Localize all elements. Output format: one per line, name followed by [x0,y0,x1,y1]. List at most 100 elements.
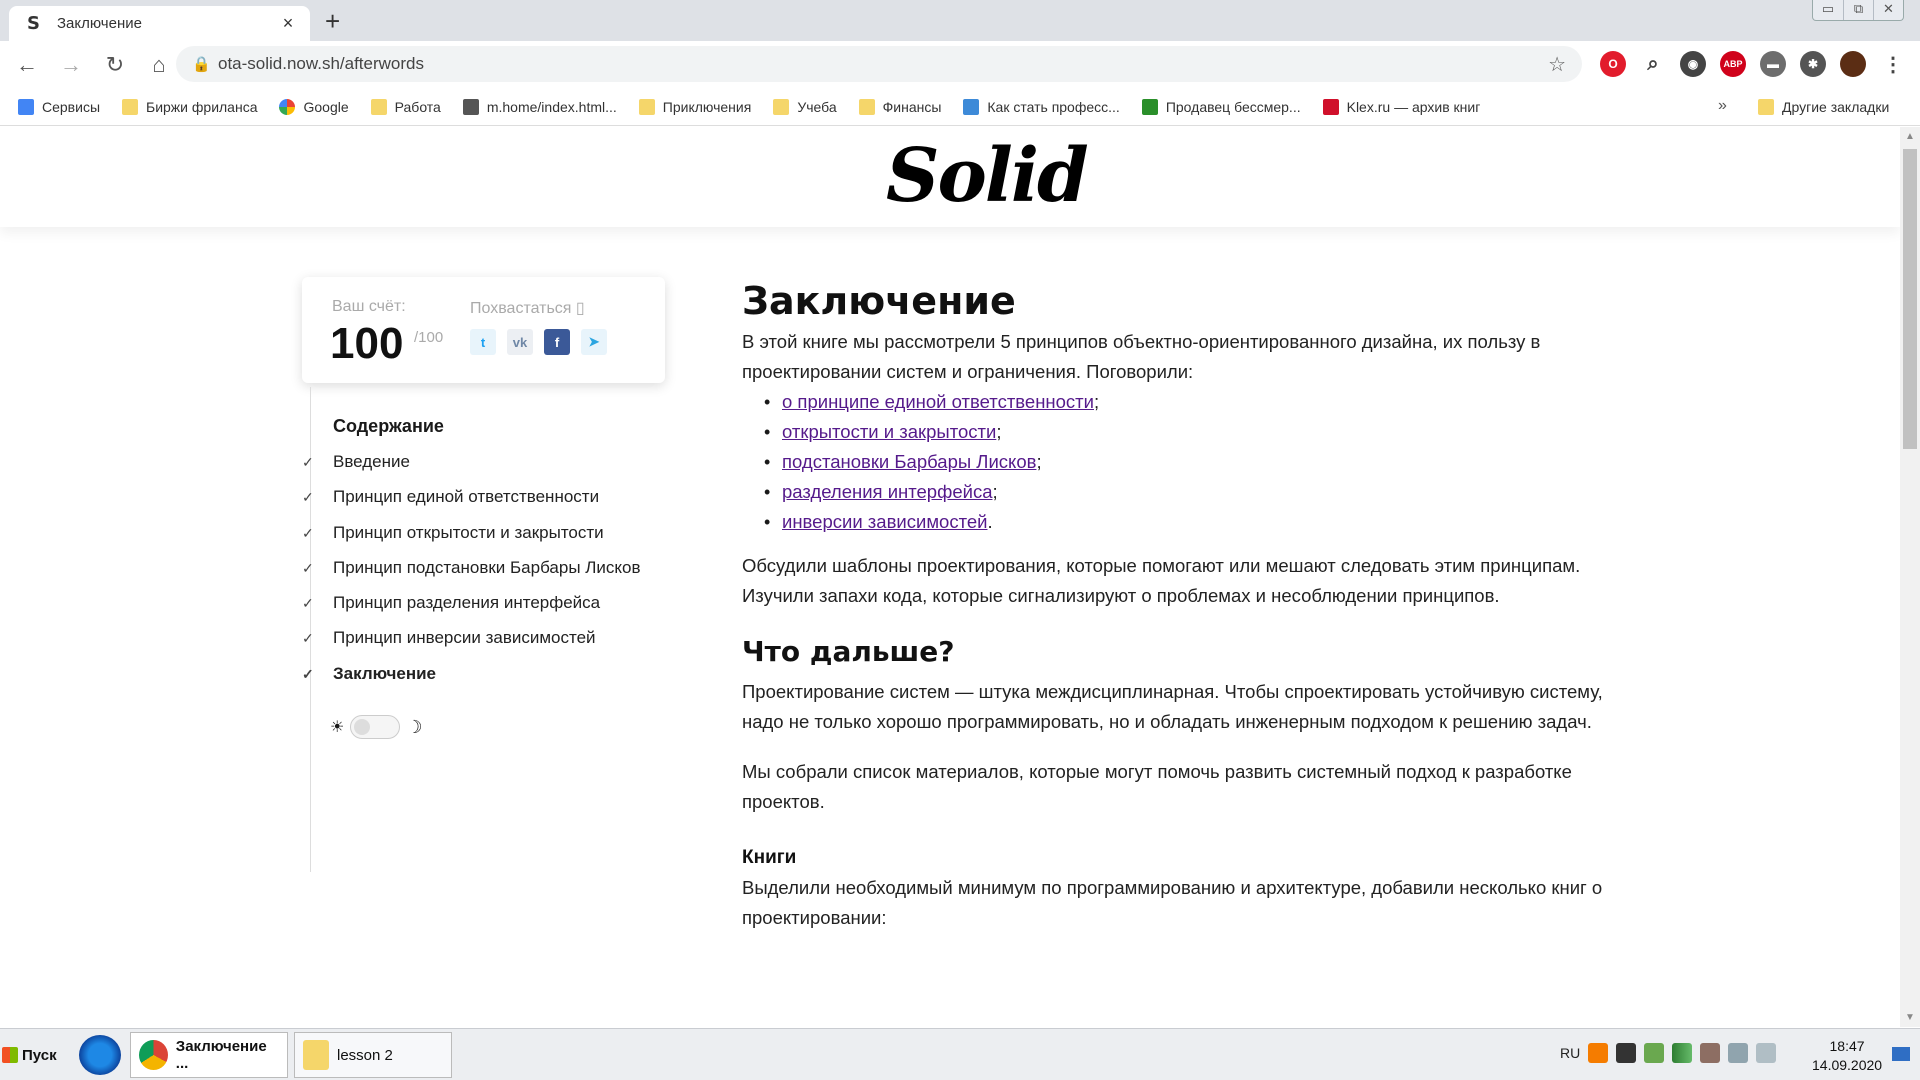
folder-icon [1758,99,1774,115]
punctuation: ; [1093,391,1100,412]
toc-item[interactable]: ✓ Введение [302,452,641,487]
toc-item[interactable]: ✓ Принцип единой ответственности [302,487,641,522]
principle-link[interactable]: подстановки Барбары Лисков [782,447,1036,477]
bars-icon[interactable] [1756,1043,1777,1063]
speaker-icon[interactable] [1728,1043,1749,1063]
address-bar[interactable]: 🔒 ota-solid.now.sh/afterwords ☆ [176,46,1582,82]
share-label: Похвастаться ▯ [470,300,585,317]
toc-item-label: Принцип открытости и закрытости [333,522,604,542]
bookmark-item[interactable]: Klex.ru — архив книг [1322,98,1480,115]
tab-active[interactable]: S Заключение × [9,6,310,41]
bookmark-item[interactable]: Продавец бессмер... [1141,98,1301,115]
folder-icon [122,98,139,115]
score-label: Ваш счёт: [332,298,406,315]
theme-toggle[interactable]: ☀ ☽ [330,715,422,739]
bullet-icon: • [764,392,771,412]
back-button[interactable]: ← [5,43,49,87]
site-logo[interactable]: Solid [886,133,1089,219]
window-controls: ▭ ⧉ ✕ [1812,0,1904,21]
bookmark-item[interactable]: Как стать професс... [963,98,1120,115]
taskbar-folder-label: lesson 2 [337,1046,393,1064]
tab-close-icon[interactable]: × [278,13,298,34]
twitter-icon[interactable]: t [470,329,496,355]
avast-icon[interactable] [1588,1043,1609,1063]
bookmark-star-icon[interactable]: ☆ [1548,52,1566,77]
bookmark-item[interactable]: Финансы [858,98,941,115]
search-icon[interactable]: ⌕ [1640,51,1666,77]
bookmark-item[interactable]: Биржи фриланса [122,98,257,115]
article-intro: В этой книге мы рассмотрели 5 принципов … [742,331,1541,382]
toc-item[interactable]: ✓ Заключение [302,664,641,699]
puzzle-icon[interactable]: ✱ [1800,51,1826,77]
close-window-button[interactable]: ✕ [1873,0,1903,20]
bullet-icon: • [764,422,771,442]
bookmark-label: Работа [394,98,441,115]
bookmark-item[interactable]: Учеба [773,98,837,115]
url-text[interactable]: ota-solid.now.sh/afterwords [218,54,1548,74]
lock-icon[interactable]: 🔒 [192,55,218,73]
start-button[interactable]: Пуск [2,1035,62,1075]
article: Заключение В этой книге мы рассмотрели 5… [742,277,1622,933]
taskbar-item-chrome[interactable]: Заключение ... [130,1032,288,1078]
avatar-icon[interactable] [1840,51,1866,77]
bookmark-label: Учеба [797,98,837,115]
show-desktop-icon[interactable] [1892,1047,1910,1061]
clock[interactable]: 18:47 14.09.2020 [1812,1037,1882,1075]
taskbar-item-folder[interactable]: lesson 2 [294,1032,452,1078]
menu-icon[interactable]: ⋮ [1880,51,1906,77]
vk-icon[interactable]: vk [507,329,533,355]
score-value: 100 [330,319,404,368]
network-tray-icon[interactable] [1644,1043,1665,1063]
bookmark-item[interactable]: Работа [370,98,441,115]
nvidia-icon[interactable] [1616,1043,1637,1063]
bookmark-item[interactable]: Приключения [638,98,751,115]
restore-button[interactable]: ⧉ [1843,0,1873,20]
ccleaner-icon[interactable] [79,1035,121,1075]
facebook-icon[interactable]: f [544,329,570,355]
privacy-icon[interactable]: ◉ [1680,51,1706,77]
bookmark-label: Google [303,98,349,115]
bookmark-item[interactable]: Google [279,98,349,115]
principle-list-item: • инверсии зависимостей. [764,507,1622,537]
forward-button[interactable]: → [49,43,93,87]
home-button[interactable]: ⌂ [137,43,181,87]
folder-icon [303,1040,329,1070]
reload-button[interactable]: ↻ [93,43,137,87]
moon-icon: ☽ [406,716,423,737]
principle-link[interactable]: разделения интерфейса [782,477,992,507]
new-tab-button[interactable]: + [325,6,340,36]
scrollbar-thumb[interactable] [1903,149,1917,449]
toc-item[interactable]: ✓ Принцип подстановки Барбары Лисков [302,558,641,593]
klex-icon [1322,98,1339,115]
principle-link[interactable]: о принципе единой ответственности [782,387,1094,417]
minimize-button[interactable]: ▭ [1813,0,1843,20]
hat-icon[interactable]: ▬ [1760,51,1786,77]
toc-item[interactable]: ✓ Принцип открытости и закрытости [302,523,641,558]
signal-icon[interactable] [1672,1043,1693,1063]
scroll-up-icon[interactable]: ▲ [1905,131,1915,142]
opera-icon[interactable]: O [1600,51,1626,77]
site-icon [963,98,980,115]
telegram-icon[interactable]: ➤ [581,329,607,355]
page-scrollbar[interactable]: ▲ ▼ [1900,127,1920,1027]
toc-title: Содержание [333,416,444,436]
punctuation: ; [1036,451,1042,472]
scroll-down-icon[interactable]: ▼ [1905,1012,1915,1023]
web-page: Solid Ваш счёт: 100 /100 Похвастаться ▯ … [0,127,1900,1027]
bookmarks-more-icon[interactable]: » [1718,97,1727,115]
theme-switch[interactable] [350,715,401,739]
toc-item[interactable]: ✓ Принцип инверсии зависимостей [302,628,641,663]
check-icon: ✓ [302,665,314,682]
principle-link[interactable]: инверсии зависимостей [782,507,987,537]
adblock-icon[interactable]: ABP [1720,51,1746,77]
volume-icon[interactable] [1700,1043,1721,1063]
check-icon: ✓ [302,454,314,470]
language-indicator[interactable]: RU [1560,1045,1580,1061]
bookmark-item[interactable]: Сервисы [18,98,100,115]
bookmark-other[interactable]: Другие закладки [1758,88,1889,126]
bookmark-item[interactable]: m.home/index.html... [462,98,617,115]
site-header: Solid [0,127,1900,227]
apps-icon [18,98,34,115]
toc-item[interactable]: ✓ Принцип разделения интерфейса [302,593,641,628]
principle-link[interactable]: открытости и закрытости [782,417,996,447]
